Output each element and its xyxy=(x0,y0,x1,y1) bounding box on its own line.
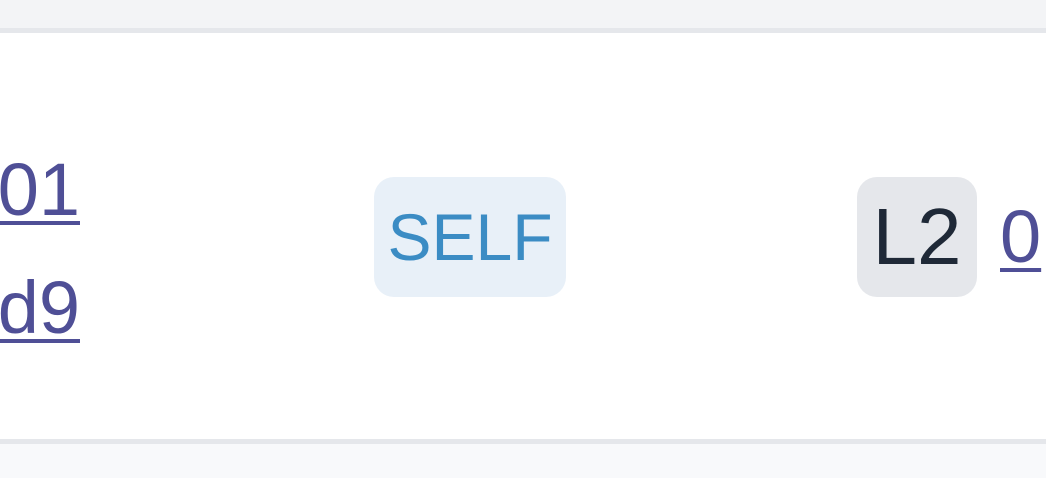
source-badge: SELF xyxy=(374,177,566,297)
hash-cell: 01 d9 xyxy=(0,131,80,367)
hash-link-line-1[interactable]: 01 xyxy=(0,131,80,249)
level-badge: L2 xyxy=(857,177,977,297)
previous-row-area xyxy=(0,0,1046,28)
level-link[interactable]: 0 xyxy=(1000,177,1041,297)
hash-link-line-2[interactable]: d9 xyxy=(0,249,80,367)
next-row-area xyxy=(0,444,1046,478)
table-row: 01 d9 SELF L2 0 xyxy=(0,33,1046,439)
